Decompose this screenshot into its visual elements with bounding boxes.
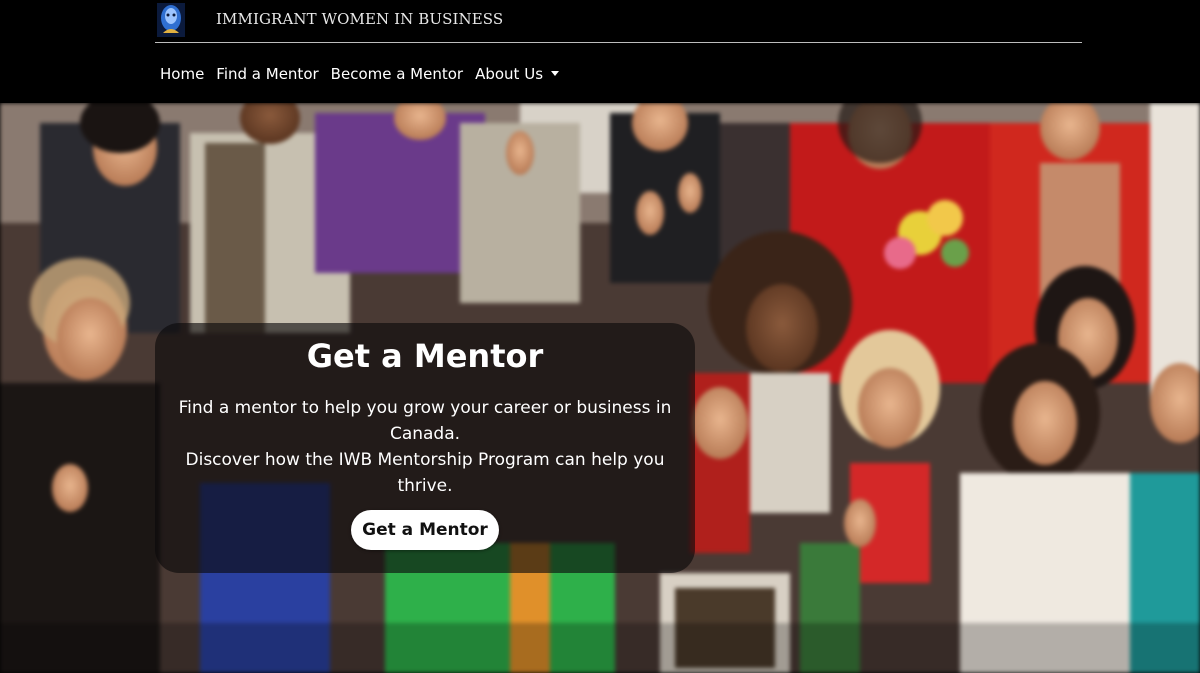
hero-description-line1: Find a mentor to help you grow your care…	[178, 398, 672, 444]
page: IMMIGRANT WOMEN IN BUSINESS Home Find a …	[0, 0, 1200, 673]
nav-home[interactable]: Home	[160, 65, 204, 83]
hero-title: Get a Mentor	[306, 337, 544, 375]
caret-down-icon	[551, 71, 560, 76]
hero-section: Get a Mentor Find a mentor to help you g…	[0, 103, 1200, 673]
nav-about-us-label: About Us	[475, 65, 544, 83]
nav-about-us[interactable]: About Us	[475, 65, 560, 83]
hero-card: Get a Mentor Find a mentor to help you g…	[155, 323, 695, 573]
get-a-mentor-button[interactable]: Get a Mentor	[351, 510, 499, 550]
main-nav: Home Find a Mentor Become a Mentor About…	[160, 64, 571, 84]
iwb-logo-icon[interactable]	[157, 3, 185, 37]
hero-description-line2: Discover how the IWB Mentorship Program …	[185, 450, 665, 496]
nav-find-a-mentor[interactable]: Find a Mentor	[216, 65, 318, 83]
brand-name[interactable]: IMMIGRANT WOMEN IN BUSINESS	[216, 10, 503, 28]
brand-row: IMMIGRANT WOMEN IN BUSINESS	[155, 0, 1082, 43]
hero-description: Find a mentor to help you grow your care…	[165, 395, 685, 499]
site-header: IMMIGRANT WOMEN IN BUSINESS Home Find a …	[0, 0, 1200, 103]
nav-become-a-mentor[interactable]: Become a Mentor	[331, 65, 463, 83]
